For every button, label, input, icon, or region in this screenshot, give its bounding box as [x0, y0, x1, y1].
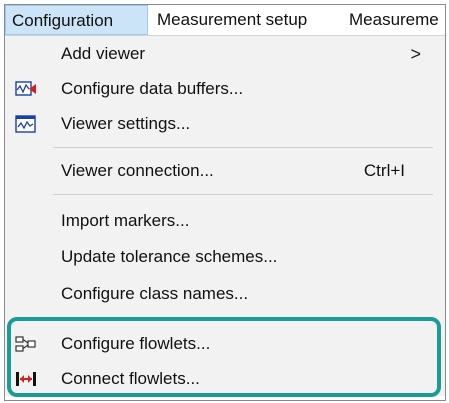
- menu-measurement-label: Measureme: [349, 10, 439, 29]
- separator: [53, 194, 433, 195]
- menu-measurement[interactable]: Measureme: [343, 5, 445, 35]
- menu-item-viewer-settings[interactable]: Viewer settings...: [5, 108, 445, 140]
- menu-item-viewer-connection[interactable]: Viewer connection... Ctrl+I: [5, 155, 445, 187]
- menu-configuration-label: Configuration: [12, 11, 114, 30]
- configure-class-names-label: Configure class names...: [61, 284, 249, 303]
- viewer-settings-label: Viewer settings...: [61, 114, 191, 133]
- viewer-settings-icon: [15, 115, 37, 133]
- menu-measurement-setup-label: Measurement setup: [157, 10, 308, 29]
- menu-configuration[interactable]: Configuration: [5, 5, 148, 35]
- menu-item-import-markers[interactable]: Import markers...: [5, 205, 445, 237]
- viewer-connection-shortcut: Ctrl+I: [363, 161, 405, 180]
- menu-measurement-setup[interactable]: Measurement setup: [151, 5, 313, 35]
- menu-item-update-tolerance-schemes[interactable]: Update tolerance schemes...: [5, 241, 445, 273]
- separator: [53, 147, 433, 148]
- menu-item-add-viewer[interactable]: Add viewer >: [5, 38, 445, 70]
- menu-item-configure-data-buffers[interactable]: Configure data buffers...: [5, 73, 445, 105]
- add-viewer-label: Add viewer: [61, 44, 146, 63]
- data-buffer-icon: [15, 80, 37, 98]
- viewer-connection-label: Viewer connection...: [61, 161, 214, 180]
- configure-data-buffers-label: Configure data buffers...: [61, 79, 244, 98]
- chevron-right-icon: >: [410, 44, 421, 64]
- menu-bar: Configuration Measurement setup Measurem…: [5, 5, 445, 36]
- menu-item-configure-class-names[interactable]: Configure class names...: [5, 278, 445, 310]
- update-tolerance-label: Update tolerance schemes...: [61, 247, 278, 266]
- flowlets-highlight-outline: [7, 317, 441, 397]
- import-markers-label: Import markers...: [61, 211, 190, 230]
